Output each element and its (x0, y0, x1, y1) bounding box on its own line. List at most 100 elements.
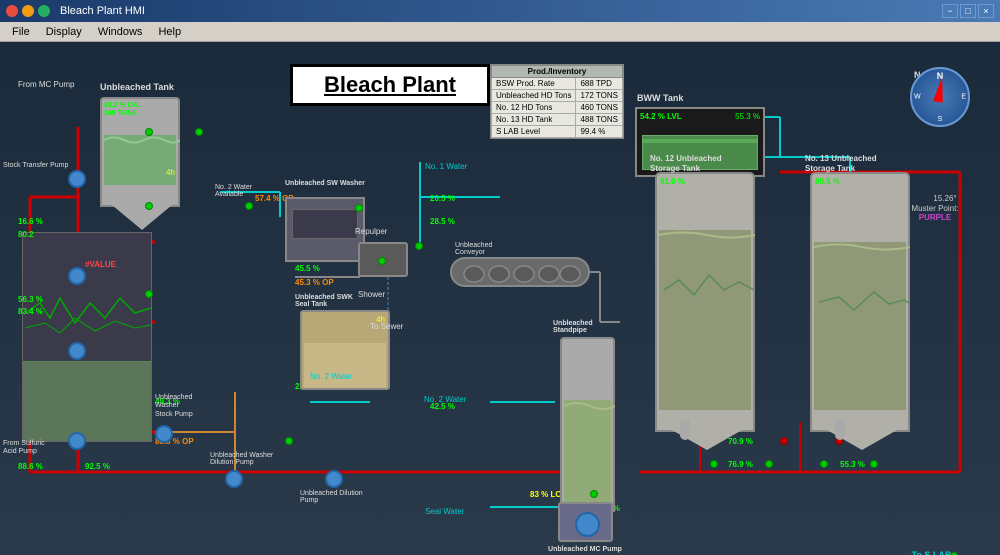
val-v7: 88.6 % (18, 462, 43, 471)
pump-5 (225, 470, 243, 488)
sw-washer-box (285, 197, 365, 262)
menu-windows[interactable]: Windows (90, 24, 151, 40)
val-v8: 92.5 % (85, 462, 110, 471)
swk-seal-label: Unbleached SWKSeal Tank (295, 294, 353, 308)
main-window: Bleach Plant HMI − □ × File Display Wind… (0, 0, 1000, 555)
no12-waveform (659, 250, 755, 330)
min-btn[interactable] (22, 5, 34, 17)
prod-row-0-label: BSW Prod. Rate (492, 78, 576, 90)
maximize-ctrl[interactable]: □ (960, 4, 976, 18)
window-title: Bleach Plant HMI (60, 5, 145, 17)
valve-8 (285, 437, 293, 445)
no2-water-available: No. 2 WaterAvailable (215, 184, 252, 198)
level-sensor-2 (835, 420, 845, 440)
pump-7 (155, 425, 173, 443)
washer-stock-pump-label: UnbleachedWasherStock Pump (155, 394, 193, 419)
close-btn[interactable] (6, 5, 18, 17)
mc-pump-bottom-label: Unbleached MC Pump (540, 546, 630, 553)
no12-wave (659, 230, 755, 240)
prod-row-3-value: 488 TONS (576, 114, 623, 126)
val-v2: 80.2 (18, 230, 34, 239)
val-error: #VALUE (85, 260, 116, 269)
prod-row-3-label: No. 13 HD Tank (492, 114, 576, 126)
compass: N N S W E 15.26° Muster Point: PURPLE (900, 67, 980, 156)
standpipe (560, 337, 615, 512)
standpipe-label: UnbleachedStandpipe (553, 320, 593, 334)
hmi-view: Bleach Plant Prod./Inventory BSW Prod. R… (0, 42, 1000, 555)
prod-row-4-label: S LAB Level (492, 126, 576, 138)
compass-s: S (938, 116, 943, 123)
mc-pump-symbol (575, 512, 600, 537)
dilution-pump-label: Unbleached DilutionPump (300, 490, 363, 504)
menu-file[interactable]: File (4, 24, 38, 40)
close-ctrl[interactable]: × (978, 4, 994, 18)
title-bar-controls: − □ × (942, 4, 994, 18)
prod-row-0-value: 688 TPD (576, 78, 623, 90)
prod-row-1-label: Unbleached HD Tons (492, 90, 576, 102)
max-btn[interactable] (38, 5, 50, 17)
no12-level: 91.0 % (660, 177, 685, 186)
pump-1 (68, 170, 86, 188)
mc-pump-bottom (558, 502, 613, 542)
no12-label: No. 12 UnbleachedStorage Tank (650, 154, 722, 173)
val-v17: 20.5 % (430, 194, 455, 203)
menu-help[interactable]: Help (150, 24, 189, 40)
valve-5 (245, 202, 253, 210)
to-s-lab-label: → To S LAB (900, 550, 951, 555)
no2-water-label2: No. 2 Water (424, 395, 466, 404)
seal-water-label: Seal Water (425, 507, 464, 516)
menu-display[interactable]: Display (38, 24, 90, 40)
menu-bar: File Display Windows Help (0, 22, 1000, 42)
val-v12: 45.3 % OP (295, 278, 334, 287)
prod-row-4-value: 99.4 % (576, 126, 623, 138)
bww-value2: 55.3 % (735, 112, 760, 121)
pump-6 (325, 470, 343, 488)
compass-bearing: 15.26° (905, 194, 985, 203)
bww-tank-label: BWW Tank (637, 93, 683, 103)
unbleached-liquid (104, 135, 176, 185)
val-v18: 28.5 % (430, 217, 455, 226)
no13-wave (814, 242, 910, 252)
pump-3 (68, 342, 86, 360)
left-panel-liquid (23, 361, 151, 441)
valve-9 (710, 460, 718, 468)
valve-3 (145, 202, 153, 210)
to-sewer-label: To Sewer (370, 322, 403, 331)
prod-row-1-value: 172 TONS (576, 90, 623, 102)
val-v3: 56.3 % (18, 295, 43, 304)
level-sensor-1 (680, 420, 690, 440)
conveyor (450, 257, 590, 287)
bww-wave (643, 139, 757, 143)
washer-dilution-pump-label: Unbleached WasherDilution Pump (210, 452, 273, 466)
no12-liquid (659, 230, 751, 410)
title-bar-left: Bleach Plant HMI (6, 5, 145, 17)
val-v19: 76.9 % (728, 460, 753, 469)
standpipe-wave (564, 400, 615, 412)
prod-inventory-table: Prod./Inventory BSW Prod. Rate 688 TPD U… (490, 64, 624, 139)
conveyor-svg (454, 261, 590, 287)
prod-table-header: Prod./Inventory (492, 66, 623, 78)
no1-water-label: No. 1 Water (425, 162, 467, 171)
waveform-svg (25, 263, 151, 363)
valve-10 (765, 460, 773, 468)
tank-cone (112, 205, 172, 230)
stock-transfer-label: Stock Transfer Pump (3, 162, 68, 170)
tank-timer: 4h (166, 168, 175, 177)
title-bar: Bleach Plant HMI − □ × (0, 0, 1000, 22)
no12-tank: 91.0 % (655, 172, 755, 432)
bww-level: 54.2 % LVL (640, 112, 682, 121)
valve-2 (195, 128, 203, 136)
valve-1 (145, 128, 153, 136)
page-title-box: Bleach Plant (290, 64, 490, 106)
compass-w: W (914, 94, 921, 101)
prod-row-2-label: No. 12 HD Tons (492, 102, 576, 114)
repulper-box (358, 242, 408, 277)
compass-e: E (961, 94, 966, 101)
no2-water-lower-label: No. 2 Water (310, 372, 352, 381)
standpipe-liquid (564, 400, 611, 510)
prod-row-2-value: 460 TONS (576, 102, 623, 114)
wave-svg (104, 135, 180, 145)
no13-tank: 80.5 % (810, 172, 910, 432)
minimize-ctrl[interactable]: − (942, 4, 958, 18)
valve-12 (870, 460, 878, 468)
